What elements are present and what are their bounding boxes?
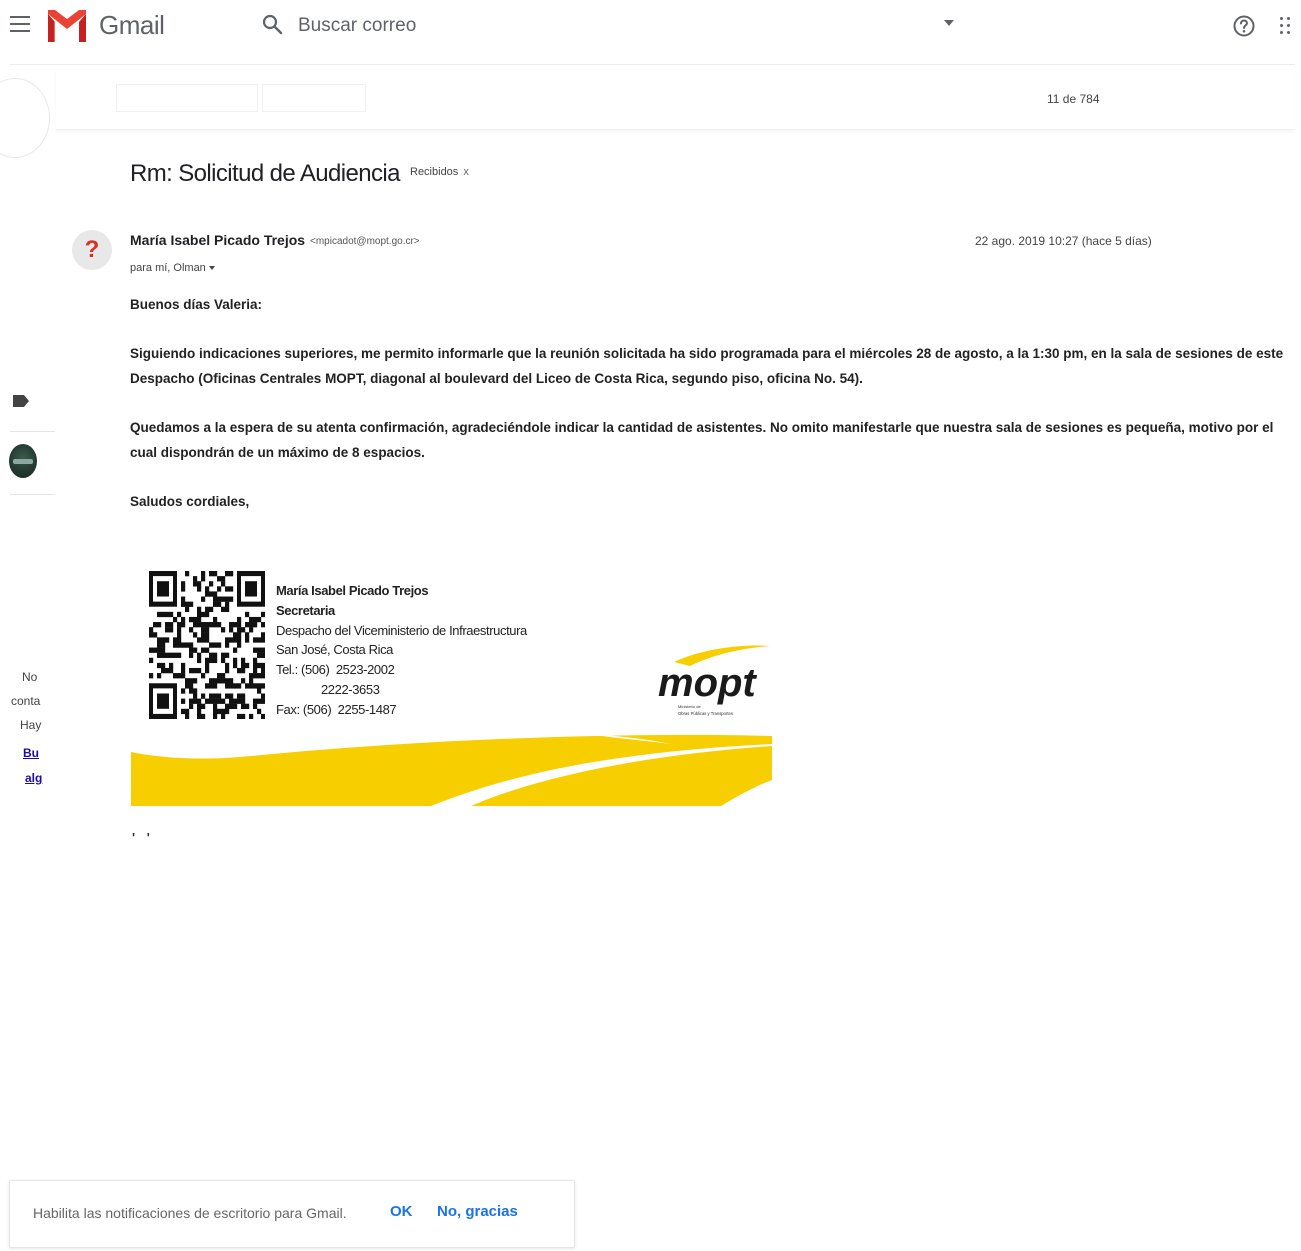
signature-fax: Fax: (506) 2255-1487: [276, 701, 397, 717]
main-menu-icon[interactable]: [10, 16, 30, 32]
rail-divider: [10, 431, 55, 432]
compose-button-outline[interactable]: [0, 78, 50, 158]
show-trimmed-content[interactable]: ' ': [132, 830, 154, 845]
gmail-brand-text: Gmail: [99, 10, 165, 40]
label-icon[interactable]: [12, 394, 30, 408]
signature-block: María Isabel Picado Trejos Secretaria De…: [276, 581, 527, 720]
rail-hangouts-text: No: [22, 670, 38, 684]
sent-date: 22 ago. 2019 10:27 (hace 5 días): [975, 234, 1152, 248]
notification-dismiss-button[interactable]: No, gracias: [437, 1203, 518, 1220]
signature-banner-image: [131, 734, 772, 806]
rail-divider: [10, 494, 55, 495]
qr-code-image: [149, 571, 265, 719]
recipients-text: para mí, Olman: [130, 262, 206, 274]
mopt-logo-text: mopt: [658, 661, 757, 705]
recipients-toggle[interactable]: para mí, Olman: [130, 262, 215, 274]
rail-hangouts-text: Hay: [20, 718, 42, 732]
desktop-notification-banner: Habilita las notificaciones de escritori…: [9, 1180, 575, 1248]
chevron-down-icon[interactable]: [208, 266, 215, 271]
email-subject: Rm: Solicitud de Audiencia: [130, 160, 401, 187]
search-icon[interactable]: [260, 12, 284, 36]
signature-name: María Isabel Picado Trejos: [276, 583, 429, 598]
rail-hangouts-text: conta: [11, 694, 41, 708]
rail-hangouts-link[interactable]: alg: [25, 771, 42, 785]
inbox-label-chip[interactable]: Recibidos x: [410, 166, 469, 178]
rail-hangouts-link[interactable]: Bu: [23, 746, 39, 760]
sender-name[interactable]: María Isabel Picado Trejos: [130, 232, 305, 248]
mopt-logo-subtext: Obras Públicas y Transportes: [678, 711, 733, 716]
signature-tel2: 2222-3653: [276, 681, 380, 697]
notification-text: Habilita las notificaciones de escritori…: [33, 1205, 347, 1221]
message-toolbar: [56, 68, 1295, 130]
toolbar-action-group-2[interactable]: [262, 84, 366, 112]
signature-tel: Tel.: (506) 2523-2002: [276, 662, 395, 678]
gmail-logo[interactable]: [46, 8, 88, 44]
email-paragraph: Quedamos a la espera de su atenta confir…: [130, 420, 1274, 460]
search-options-chevron-down-icon[interactable]: [944, 20, 954, 26]
mopt-logo-subtext: Ministerio de: [678, 704, 701, 709]
hangouts-avatar[interactable]: [9, 444, 37, 478]
mopt-logo: mopt Ministerio de Obras Públicas y Tran…: [658, 645, 770, 716]
pagination-count: 11 de 784: [1047, 92, 1100, 106]
email-closing: Saludos cordiales,: [130, 494, 250, 509]
toolbar-action-group[interactable]: [116, 84, 258, 112]
sender-email: <mpicadot@mopt.go.cr>: [310, 236, 420, 247]
signature-title: Secretaria: [276, 602, 335, 618]
notification-ok-button[interactable]: OK: [390, 1203, 413, 1220]
signature-office: Despacho del Viceministerio de Infraestr…: [276, 622, 527, 638]
email-paragraph: Siguiendo indicaciones superiores, me pe…: [130, 346, 1284, 386]
signature-location: San José, Costa Rica: [276, 642, 394, 658]
label-chip-text: Recibidos: [410, 166, 459, 178]
remove-label-icon[interactable]: x: [463, 166, 469, 178]
header-divider: [10, 64, 1295, 65]
email-greeting: Buenos días Valeria:: [130, 297, 263, 312]
help-icon[interactable]: [1232, 14, 1256, 38]
apps-grid-icon[interactable]: [1279, 15, 1293, 37]
sender-avatar[interactable]: ?: [72, 230, 112, 270]
search-input[interactable]: [298, 12, 918, 40]
